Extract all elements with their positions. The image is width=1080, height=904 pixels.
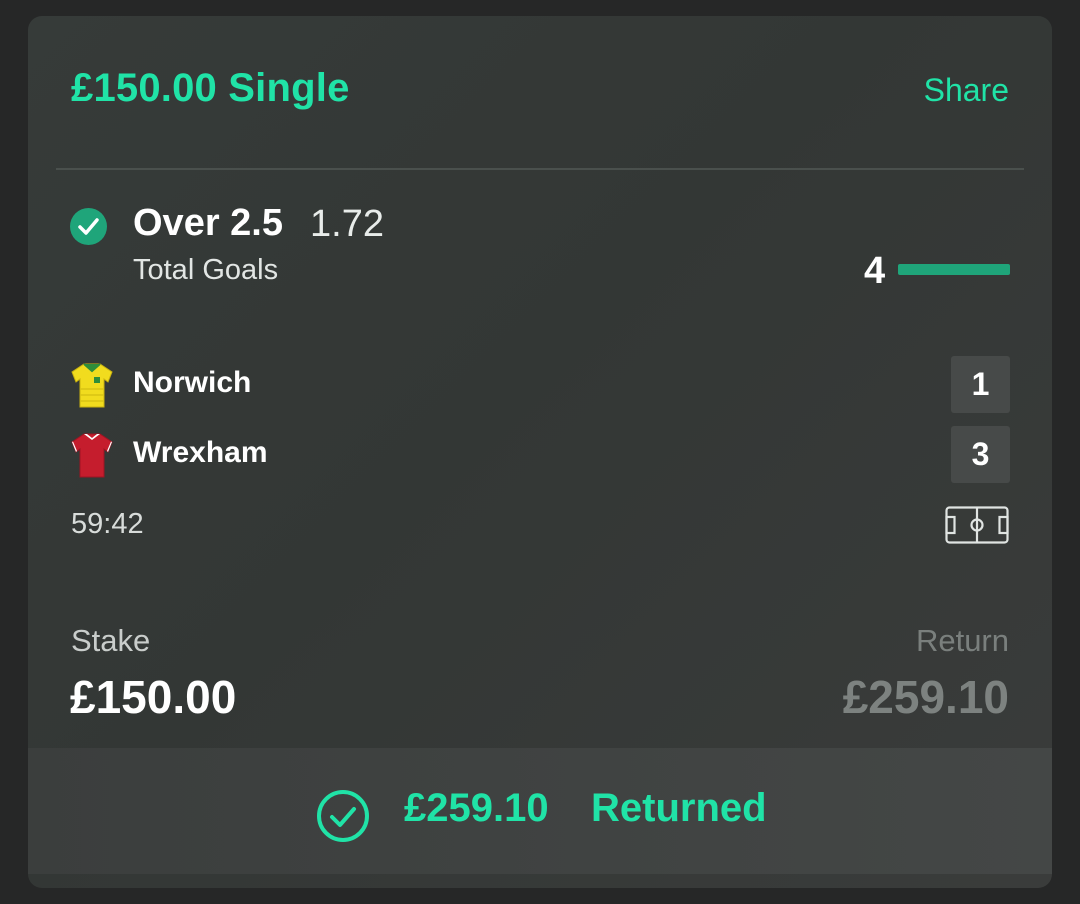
team-row-home: Norwich 1	[70, 356, 1010, 414]
bet-title: £150.00 Single	[71, 66, 350, 110]
selection-name: Over 2.5	[133, 202, 283, 244]
share-button[interactable]: Share	[924, 72, 1009, 109]
team-name-away: Wrexham	[133, 436, 268, 469]
norwich-kit-icon	[71, 363, 113, 408]
bet-header: £150.00 Single Share	[28, 16, 1052, 168]
score-home: 1	[951, 356, 1010, 413]
goal-progress-bar	[898, 264, 1010, 275]
return-value: £259.10	[842, 671, 1009, 723]
check-circle-icon	[70, 208, 107, 245]
team-name-home: Norwich	[133, 366, 252, 399]
team-row-away: Wrexham 3	[70, 426, 1010, 484]
returned-amount: £259.10	[404, 786, 549, 830]
check-circle-outline-icon	[317, 790, 369, 842]
returned-status: Returned	[591, 786, 767, 830]
result-banner: £259.10 Returned	[28, 748, 1052, 874]
return-label: Return	[915, 623, 1009, 658]
selection-odds: 1.72	[310, 203, 384, 245]
score-away: 3	[951, 426, 1010, 483]
total-goals-count: 4	[864, 250, 886, 292]
market-name: Total Goals	[133, 254, 279, 286]
divider	[56, 168, 1024, 170]
pitch-icon[interactable]	[945, 506, 1009, 544]
stake-value: £150.00	[70, 671, 237, 723]
match-clock: 59:42	[71, 508, 144, 540]
wrexham-kit-icon	[71, 433, 113, 478]
bet-card: £150.00 Single Share Over 2.5 1.72 Total…	[28, 16, 1052, 888]
stake-label: Stake	[71, 623, 151, 658]
